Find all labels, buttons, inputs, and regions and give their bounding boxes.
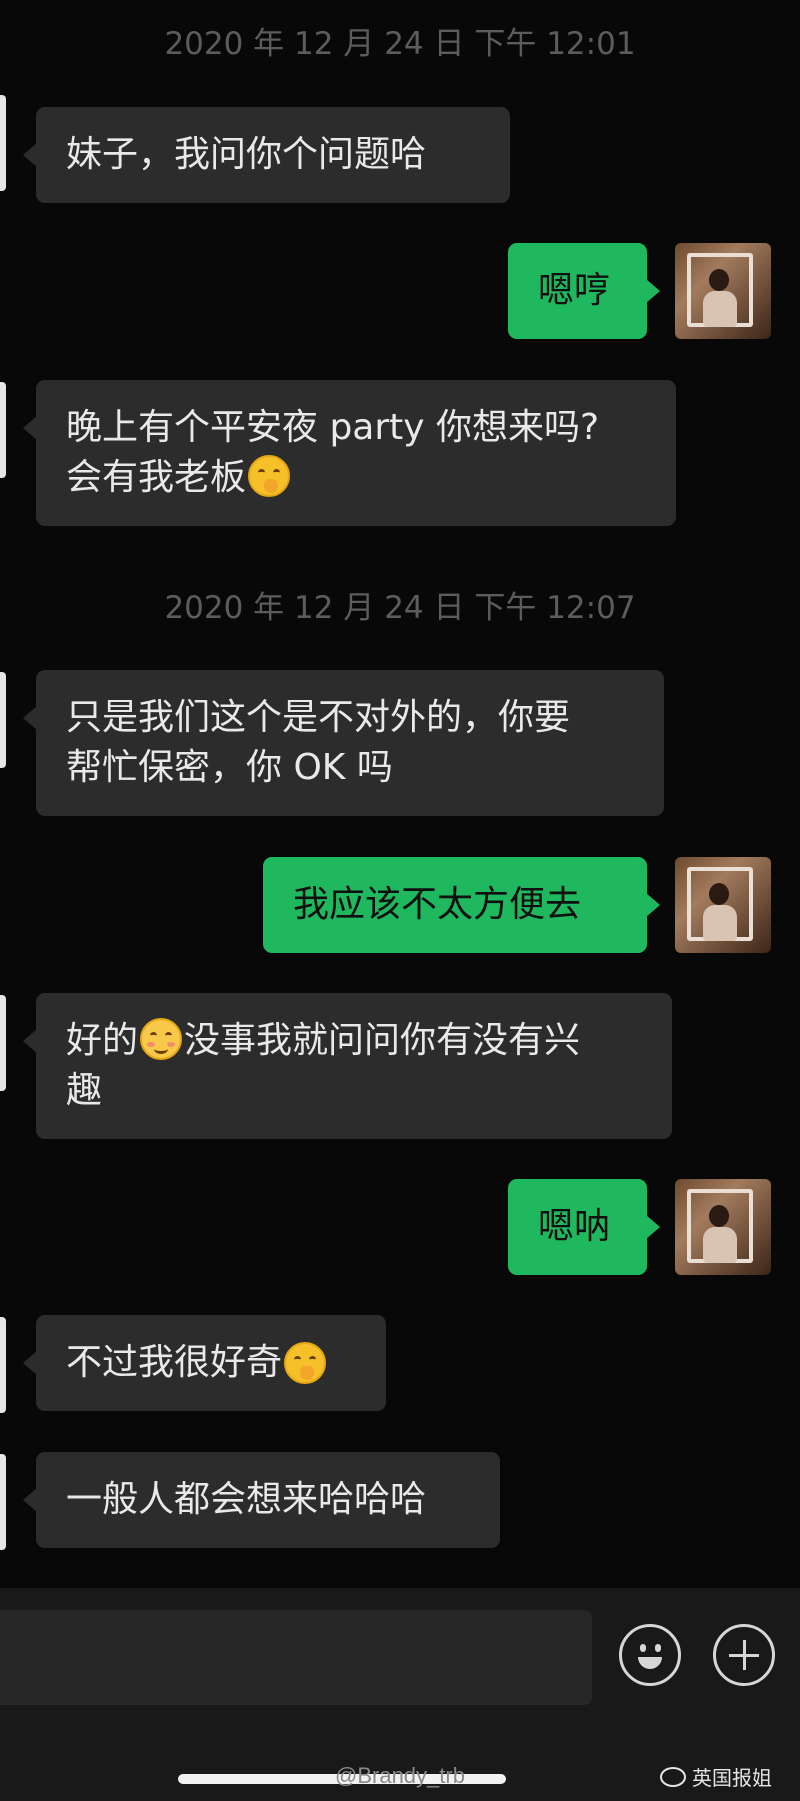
avatar-figure-head [709,1205,729,1227]
message-bubble-incoming[interactable]: 晚上有个平安夜 party 你想来吗? 会有我老板 [23,380,676,526]
avatar-figure-body [703,905,737,941]
message-text-line1: 没事我就问问你有没有兴 [184,1020,581,1061]
message-text-line2: 趣 [66,1070,103,1111]
thinking-face-emoji [284,1342,327,1384]
timestamp: 2020 年 12 月 24 日 下午 12:07 [164,590,636,626]
message-text-line2: 帮忙保密，你 OK 吗 [66,747,393,788]
user-avatar[interactable] [675,243,771,339]
message-text-line2: 会有我老板 [66,457,247,498]
contact-avatar[interactable] [0,995,6,1091]
message-text-line1: 晚上有个平安夜 party 你想来吗? [66,407,600,448]
message-bubble-incoming[interactable]: 好的 没事我就问问你有没有兴 趣 [23,993,672,1139]
contact-avatar[interactable] [0,95,6,191]
message-text-line1: 只是我们这个是不对外的，你要 [66,697,571,738]
chat-area: 2020 年 12 月 24 日 下午 12:01 妹子，我问你个问题哈 嗯哼 … [0,0,800,1588]
user-avatar[interactable] [675,857,771,953]
watermark: @Brandy_trb [335,1763,465,1788]
wechat-logo-icon [660,1766,686,1787]
message-bubble-incoming[interactable]: 只是我们这个是不对外的，你要 帮忙保密，你 OK 吗 [23,670,664,816]
smiling-face-emoji [140,1018,183,1060]
plus-icon[interactable] [713,1624,775,1686]
brand-label: 英国报姐 [692,1766,772,1790]
message-text: 嗯哼 [538,270,611,311]
message-text: 妹子，我问你个问题哈 [66,134,427,175]
brand-watermark: 英国报姐 [660,1762,772,1791]
emoji-icon[interactable] [619,1624,681,1686]
message-text: 不过我很好奇 [66,1342,283,1383]
message-text-prefix: 好的 [66,1020,139,1061]
avatar-figure-head [709,269,729,291]
message-input[interactable] [0,1610,592,1705]
message-text: 嗯呐 [538,1206,611,1247]
avatar-figure-body [703,1227,737,1263]
message-text: 一般人都会想来哈哈哈 [66,1479,427,1520]
contact-avatar[interactable] [0,1317,6,1413]
message-bubble-outgoing[interactable]: 嗯哼 [508,243,660,339]
user-avatar[interactable] [675,1179,771,1275]
message-bubble-incoming[interactable]: 妹子，我问你个问题哈 [23,107,510,203]
message-bubble-incoming[interactable]: 一般人都会想来哈哈哈 [23,1452,500,1548]
thinking-face-emoji [248,455,291,497]
contact-avatar[interactable] [0,382,6,478]
message-bubble-outgoing[interactable]: 嗯呐 [508,1179,660,1275]
message-bubble-incoming[interactable]: 不过我很好奇 [23,1315,386,1411]
message-bubble-outgoing[interactable]: 我应该不太方便去 [263,857,660,953]
message-text: 我应该不太方便去 [293,884,582,925]
avatar-figure-body [703,291,737,327]
avatar-figure-head [709,883,729,905]
contact-avatar[interactable] [0,1454,6,1550]
contact-avatar[interactable] [0,672,6,768]
timestamp: 2020 年 12 月 24 日 下午 12:01 [164,26,636,62]
